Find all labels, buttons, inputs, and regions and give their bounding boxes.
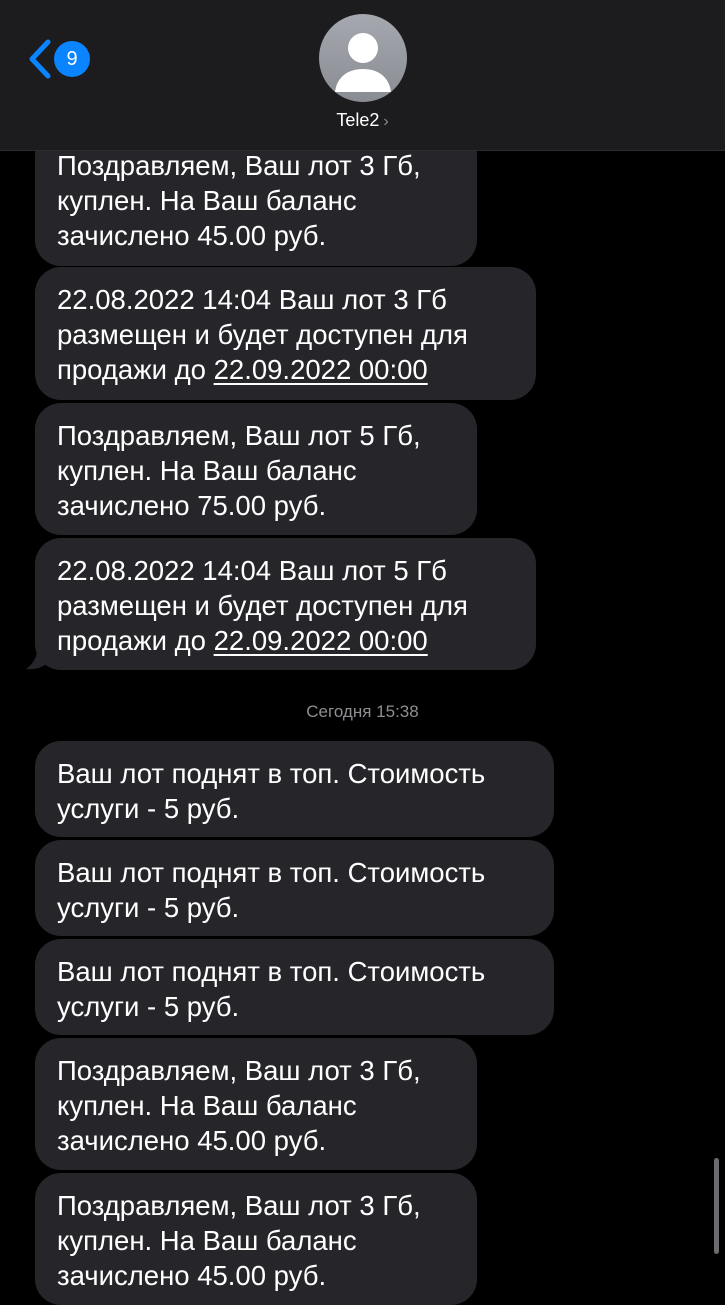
unread-count-badge: 9: [54, 41, 90, 77]
message-thread[interactable]: Поздравляем, Ваш лот 3 Гб, куплен. На Ва…: [0, 0, 725, 1305]
message-bubble[interactable]: Ваш лот поднят в топ. Стоимость услуги -…: [35, 741, 554, 837]
date-link[interactable]: 22.09.2022 00:00: [214, 354, 428, 385]
scroll-indicator[interactable]: [714, 1158, 719, 1254]
message-bubble[interactable]: Поздравляем, Ваш лот 3 Гб, куплен. На Ва…: [35, 1173, 477, 1305]
message-bubble[interactable]: Ваш лот поднят в топ. Стоимость услуги -…: [35, 939, 554, 1035]
contact-name-button[interactable]: Tele2 ›: [0, 110, 725, 131]
chevron-left-icon: [29, 39, 51, 79]
timestamp: Сегодня 15:38: [306, 702, 419, 721]
contact-name: Tele2: [336, 110, 380, 130]
bubble-tail: [26, 645, 50, 670]
contact-avatar[interactable]: [319, 14, 407, 102]
conversation-header: 9 Tele2 ›: [0, 0, 725, 151]
message-bubble[interactable]: Поздравляем, Ваш лот 5 Гб, куплен. На Ва…: [35, 403, 477, 535]
message-bubble[interactable]: Ваш лот поднят в топ. Стоимость услуги -…: [35, 840, 554, 936]
chevron-right-icon: ›: [383, 113, 389, 130]
message-bubble[interactable]: 22.08.2022 14:04 Ваш лот 5 Гб размещен и…: [35, 538, 536, 670]
message-bubble[interactable]: Поздравляем, Ваш лот 3 Гб, куплен. На Ва…: [35, 1038, 477, 1170]
message-bubble[interactable]: 22.08.2022 14:04 Ваш лот 3 Гб размещен и…: [35, 267, 536, 400]
person-silhouette-icon: [335, 33, 391, 92]
back-button[interactable]: 9: [24, 36, 90, 82]
date-link[interactable]: 22.09.2022 00:00: [214, 625, 428, 656]
